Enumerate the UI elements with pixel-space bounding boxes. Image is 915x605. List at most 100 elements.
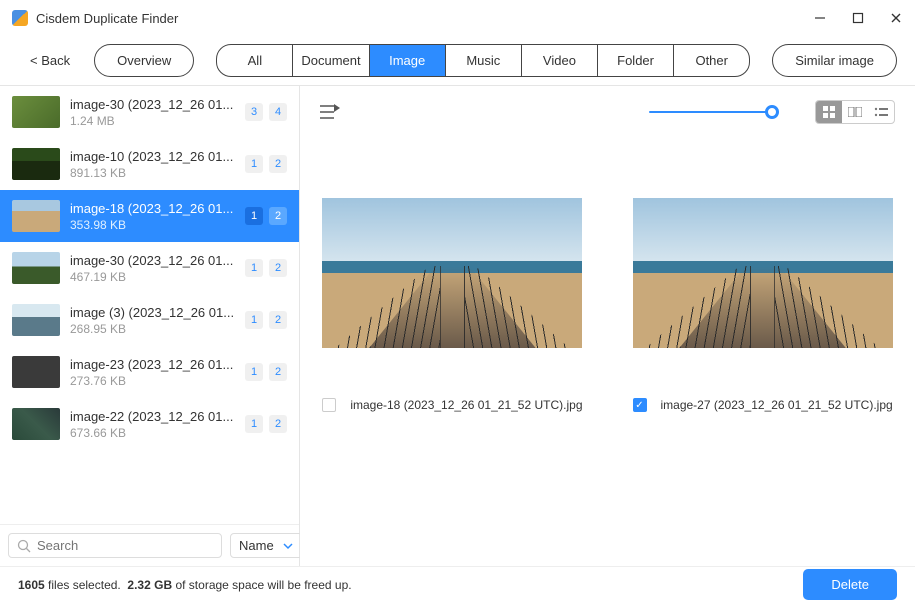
badge-count: 2 [269, 415, 287, 433]
list-item[interactable]: image-30 (2023_12_26 01... 467.19 KB 1 2 [0, 242, 299, 294]
maximize-button[interactable] [851, 11, 865, 25]
freed-size: 2.32 GB [127, 578, 172, 592]
file-info: image (3) (2023_12_26 01... 268.95 KB [70, 305, 235, 336]
tab-music[interactable]: Music [446, 45, 522, 76]
preview-toolbar [300, 86, 915, 138]
titlebar: Cisdem Duplicate Finder [0, 0, 915, 36]
back-button[interactable]: < Back [18, 47, 82, 74]
file-badges: 3 4 [245, 103, 287, 121]
file-info: image-30 (2023_12_26 01... 467.19 KB [70, 253, 235, 284]
file-size: 353.98 KB [70, 218, 235, 232]
file-thumbnail [12, 148, 60, 180]
preview-label-row: image-18 (2023_12_26 01_21_52 UTC).jpg [322, 398, 582, 412]
preview-image[interactable] [322, 198, 582, 348]
zoom-slider[interactable] [649, 109, 779, 115]
list-item[interactable]: image-30 (2023_12_26 01... 1.24 MB 3 4 [0, 86, 299, 138]
list-item[interactable]: image-23 (2023_12_26 01... 273.76 KB 1 2 [0, 346, 299, 398]
file-thumbnail [12, 356, 60, 388]
badge-count: 4 [269, 103, 287, 121]
file-size: 467.19 KB [70, 270, 235, 284]
category-tabs: All Document Image Music Video Folder Ot… [216, 44, 750, 77]
badge-count: 1 [245, 155, 263, 173]
tab-document[interactable]: Document [293, 45, 369, 76]
preview-card: image-18 (2023_12_26 01_21_52 UTC).jpg [322, 198, 582, 412]
file-info: image-23 (2023_12_26 01... 273.76 KB [70, 357, 235, 388]
minimize-button[interactable] [813, 11, 827, 25]
badge-count: 3 [245, 103, 263, 121]
preview-grid: image-18 (2023_12_26 01_21_52 UTC).jpg ✓… [300, 138, 915, 566]
file-size: 673.66 KB [70, 426, 235, 440]
tab-folder[interactable]: Folder [598, 45, 674, 76]
file-name: image (3) (2023_12_26 01... [70, 305, 235, 320]
list-item[interactable]: image-18 (2023_12_26 01... 353.98 KB 1 2 [0, 190, 299, 242]
file-name: image-18 (2023_12_26 01... [70, 201, 235, 216]
preview-filename: image-27 (2023_12_26 01_21_52 UTC).jpg [661, 398, 893, 412]
sort-label: Name [239, 538, 274, 553]
preview-label-row: ✓ image-27 (2023_12_26 01_21_52 UTC).jpg [633, 398, 893, 412]
list-item[interactable]: image-10 (2023_12_26 01... 891.13 KB 1 2 [0, 138, 299, 190]
slider-handle[interactable] [765, 105, 779, 119]
badge-count: 2 [269, 155, 287, 173]
tab-other[interactable]: Other [674, 45, 749, 76]
file-thumbnail [12, 200, 60, 232]
app-icon [12, 10, 28, 26]
statusbar: 1605 files selected. 2.32 GB of storage … [0, 566, 915, 602]
selected-count: 1605 [18, 578, 45, 592]
badge-count: 1 [245, 363, 263, 381]
tab-image[interactable]: Image [370, 45, 446, 76]
file-thumbnail [12, 252, 60, 284]
file-badges: 1 2 [245, 311, 287, 329]
file-name: image-23 (2023_12_26 01... [70, 357, 235, 372]
tab-video[interactable]: Video [522, 45, 598, 76]
select-checkbox[interactable] [322, 398, 336, 412]
app-title: Cisdem Duplicate Finder [36, 11, 813, 26]
preview-panel: image-18 (2023_12_26 01_21_52 UTC).jpg ✓… [300, 86, 915, 566]
tab-all[interactable]: All [217, 45, 293, 76]
list-item[interactable]: image (3) (2023_12_26 01... 268.95 KB 1 … [0, 294, 299, 346]
file-size: 891.13 KB [70, 166, 235, 180]
delete-button[interactable]: Delete [803, 569, 897, 600]
select-checkbox[interactable]: ✓ [633, 398, 647, 412]
list-settings-icon[interactable] [320, 104, 340, 120]
file-badges: 1 2 [245, 207, 287, 225]
badge-count: 1 [245, 311, 263, 329]
file-thumbnail [12, 96, 60, 128]
main-content: image-30 (2023_12_26 01... 1.24 MB 3 4 i… [0, 85, 915, 566]
file-badges: 1 2 [245, 363, 287, 381]
file-thumbnail [12, 408, 60, 440]
badge-count: 1 [245, 259, 263, 277]
similar-image-button[interactable]: Similar image [772, 44, 897, 77]
file-info: image-18 (2023_12_26 01... 353.98 KB [70, 201, 235, 232]
close-button[interactable] [889, 11, 903, 25]
badge-count: 2 [269, 311, 287, 329]
badge-count: 2 [269, 207, 287, 225]
file-badges: 1 2 [245, 259, 287, 277]
window-controls [813, 11, 903, 25]
grid-view-button[interactable] [816, 101, 842, 123]
file-badges: 1 2 [245, 155, 287, 173]
file-size: 268.95 KB [70, 322, 235, 336]
preview-card: ✓ image-27 (2023_12_26 01_21_52 UTC).jpg [633, 198, 893, 412]
file-info: image-22 (2023_12_26 01... 673.66 KB [70, 409, 235, 440]
badge-count: 1 [245, 207, 263, 225]
chevron-down-icon [282, 540, 294, 552]
file-size: 1.24 MB [70, 114, 235, 128]
badge-count: 2 [269, 259, 287, 277]
status-text: 1605 files selected. 2.32 GB of storage … [18, 578, 352, 592]
list-view-button[interactable] [868, 101, 894, 123]
toolbar: < Back Overview All Document Image Music… [0, 36, 915, 85]
overview-button[interactable]: Overview [94, 44, 194, 77]
preview-image[interactable] [633, 198, 893, 348]
file-thumbnail [12, 304, 60, 336]
slider-track [649, 111, 779, 113]
search-input[interactable] [37, 538, 213, 553]
sort-dropdown[interactable]: Name [230, 533, 303, 558]
list-item[interactable]: image-22 (2023_12_26 01... 673.66 KB 1 2 [0, 398, 299, 450]
view-mode-switch [815, 100, 895, 124]
file-info: image-10 (2023_12_26 01... 891.13 KB [70, 149, 235, 180]
split-view-button[interactable] [842, 101, 868, 123]
preview-filename: image-18 (2023_12_26 01_21_52 UTC).jpg [350, 398, 582, 412]
file-list[interactable]: image-30 (2023_12_26 01... 1.24 MB 3 4 i… [0, 86, 299, 524]
search-sort-row: Name [0, 524, 299, 566]
search-box[interactable] [8, 533, 222, 558]
